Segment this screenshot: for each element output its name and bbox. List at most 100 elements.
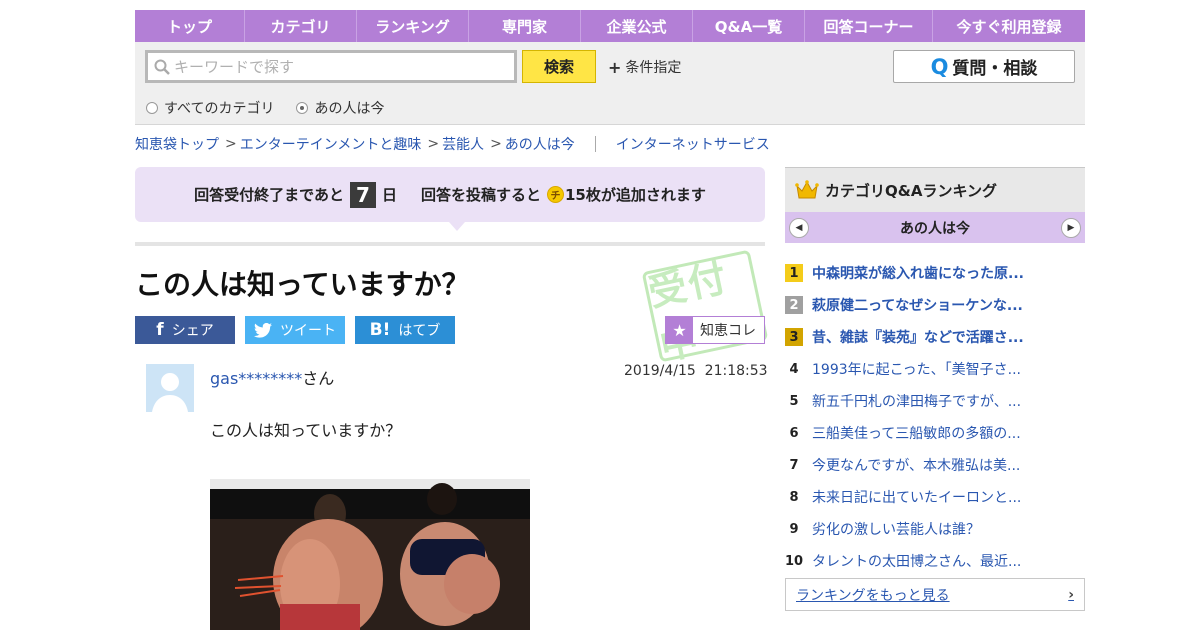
chevron-right-icon: › (1068, 586, 1074, 603)
search-icon (154, 59, 170, 75)
search-button[interactable]: 検索 (522, 50, 596, 83)
question-title: この人は知っていますか？ (135, 268, 470, 301)
ranking-item: 7 今更なんですが、本木雅弘は美... (785, 449, 1085, 481)
notice-day-unit: 日 (381, 186, 397, 204)
ranking-link[interactable]: タレントの太田博之さん、最近... (812, 551, 1021, 571)
condition-link[interactable]: + 条件指定 (608, 57, 681, 77)
search-input[interactable] (174, 57, 494, 76)
rank-number: 6 (789, 425, 799, 441)
accepting-stamp: 受付中 (641, 249, 769, 369)
ranking-link[interactable]: 中森明菜が総入れ歯になった原... (812, 263, 1024, 283)
scope-current-radio[interactable]: あの人は今 (296, 98, 384, 118)
ranking-category-label: あの人は今 (900, 220, 970, 237)
scope-all-label: すべてのカテゴリ (164, 101, 275, 117)
search-box (145, 50, 517, 83)
breadcrumb-item-celebrities[interactable]: 芸能人 (442, 134, 484, 154)
breadcrumb-separator: > (490, 136, 502, 152)
radio-unchecked-icon (146, 102, 158, 114)
ranking-link[interactable]: 劣化の激しい芸能人は誰？ (812, 519, 980, 539)
breadcrumb-item-entertainment[interactable]: エンターテインメントと趣味 (240, 134, 422, 154)
breadcrumb-item-current[interactable]: あの人は今 (505, 134, 575, 154)
breadcrumb-divider (594, 136, 596, 152)
nav-experts[interactable]: 専門家 (469, 10, 581, 42)
section-divider (135, 242, 765, 246)
facebook-share-label: シェア (171, 323, 214, 339)
answer-deadline-notice: 回答受付終了まであと 7 日 回答を投稿すると チ 15枚が追加されます (135, 167, 765, 222)
ranking-item: 9 劣化の激しい芸能人は誰？ (785, 513, 1085, 545)
rank-number: 5 (789, 393, 799, 409)
hatena-bookmark-button[interactable]: B! はてブ (355, 316, 455, 344)
breadcrumb: 知恵袋トップ > エンターテインメントと趣味 > 芸能人 > あの人は今 インタ… (135, 134, 770, 154)
avatar[interactable] (146, 364, 194, 412)
nav-official[interactable]: 企業公式 (581, 10, 693, 42)
next-category-button[interactable]: ▶ (1061, 217, 1081, 238)
radio-checked-icon (296, 102, 309, 114)
scope-current-label: あの人は今 (314, 101, 385, 117)
days-remaining: 7 (349, 181, 376, 208)
ask-question-button[interactable]: Q 質問・相談 (893, 50, 1075, 83)
ranking-header: カテゴリQ&Aランキング (785, 167, 1085, 212)
more-ranking-link[interactable]: ランキングをもっと見る › (785, 578, 1085, 611)
more-ranking-label: ランキングをもっと見る (796, 587, 950, 604)
ranking-link[interactable]: 昔、雑誌『装苑』などで活躍さ... (812, 327, 1024, 347)
twitter-share-button[interactable]: ツイート (245, 316, 345, 344)
posted-datetime: 2019/4/15 21:18:53 (624, 363, 768, 379)
ranking-title: カテゴリQ&Aランキング (825, 181, 997, 200)
prev-category-button[interactable]: ◀ (789, 217, 809, 238)
nav-top[interactable]: トップ (135, 10, 245, 42)
ranking-link[interactable]: 今更なんですが、本木雅弘は美... (812, 455, 1020, 475)
notice-prefix: 回答受付終了まであと (194, 186, 344, 204)
ranking-link[interactable]: 新五千円札の津田梅子ですが、... (812, 391, 1021, 411)
nav-ranking[interactable]: ランキング (357, 10, 469, 42)
rank-number: 2 (785, 296, 803, 314)
rank-number: 1 (785, 264, 803, 282)
sumo-photo (210, 479, 530, 630)
question-image[interactable] (210, 479, 530, 630)
rank-number: 9 (789, 521, 799, 537)
scope-all-radio[interactable]: すべてのカテゴリ (146, 98, 274, 118)
rank-number: 7 (789, 457, 799, 473)
nav-qa-list[interactable]: Q&A一覧 (693, 10, 805, 42)
hatena-icon: B! (369, 320, 391, 340)
rank-number: 4 (789, 361, 799, 377)
breadcrumb-separator: > (225, 136, 237, 152)
twitter-share-label: ツイート (280, 323, 336, 339)
facebook-share-button[interactable]: f シェア (135, 316, 235, 344)
search-scope: すべてのカテゴリ あの人は今 (146, 98, 384, 118)
ranking-item: 2 萩原健二ってなぜショーケンな... (785, 289, 1085, 321)
notice-pointer (449, 222, 465, 231)
condition-label: 条件指定 (625, 60, 682, 76)
ranking-category-switcher: ◀ あの人は今 ▶ (785, 212, 1085, 243)
search-area: 検索 + 条件指定 Q 質問・相談 すべてのカテゴリ あの人は今 (135, 42, 1085, 125)
nav-register[interactable]: 今すぐ利用登録 (933, 10, 1085, 42)
ranking-link[interactable]: 1993年に起こった、「美智子さ... (812, 359, 1021, 379)
ranking-item: 5 新五千円札の津田梅子ですが、... (785, 385, 1085, 417)
rank-number: 3 (785, 328, 803, 346)
nav-category[interactable]: カテゴリ (245, 10, 357, 42)
facebook-icon: f (156, 320, 164, 340)
asker-username[interactable]: gas******** (210, 369, 302, 388)
breadcrumb-separator: > (427, 136, 440, 152)
star-icon: ★ (666, 317, 693, 343)
default-user-icon (146, 364, 194, 412)
crown-icon (795, 180, 819, 199)
breadcrumb-item-top[interactable]: 知恵袋トップ (135, 134, 219, 154)
ranking-item: 6 三船美佳って三船敏郎の多額の... (785, 417, 1085, 449)
ranking-item: 3 昔、雑誌『装苑』などで活躍さ... (785, 321, 1085, 353)
chie-kore-button[interactable]: ★ 知恵コレ (665, 316, 765, 344)
ranking-item: 1 中森明菜が総入れ歯になった原... (785, 257, 1085, 289)
ranking-list: 1 中森明菜が総入れ歯になった原... 2 萩原健二ってなぜショーケンな... 3昔… (785, 257, 1085, 577)
asker-honorific: さん (302, 369, 335, 388)
nav-answer-corner[interactable]: 回答コーナー (805, 10, 933, 42)
hatena-label: はてブ (398, 323, 441, 339)
page: トップ カテゴリ ランキング 専門家 企業公式 Q&A一覧 回答コーナー 今すぐ… (135, 10, 1085, 630)
ranking-link[interactable]: 三船美佳って三船敏郎の多額の... (812, 423, 1021, 443)
ask-question-label: 質問・相談 (952, 59, 1038, 79)
breadcrumb-extra-link[interactable]: インターネットサービス (616, 134, 770, 154)
notice-suffix: 15枚が追加されます (565, 186, 706, 204)
question-body: この人は知っていますか？ (210, 421, 402, 440)
category-ranking-sidebar: カテゴリQ&Aランキング ◀ あの人は今 ▶ 1 中森明菜が総入れ歯になった原..… (785, 167, 1085, 611)
ranking-item: 10 タレントの太田博之さん、最近... (785, 545, 1085, 577)
ranking-link[interactable]: 萩原健二ってなぜショーケンな... (812, 295, 1023, 315)
ranking-link[interactable]: 未来日記に出ていたイーロンと... (812, 487, 1021, 507)
